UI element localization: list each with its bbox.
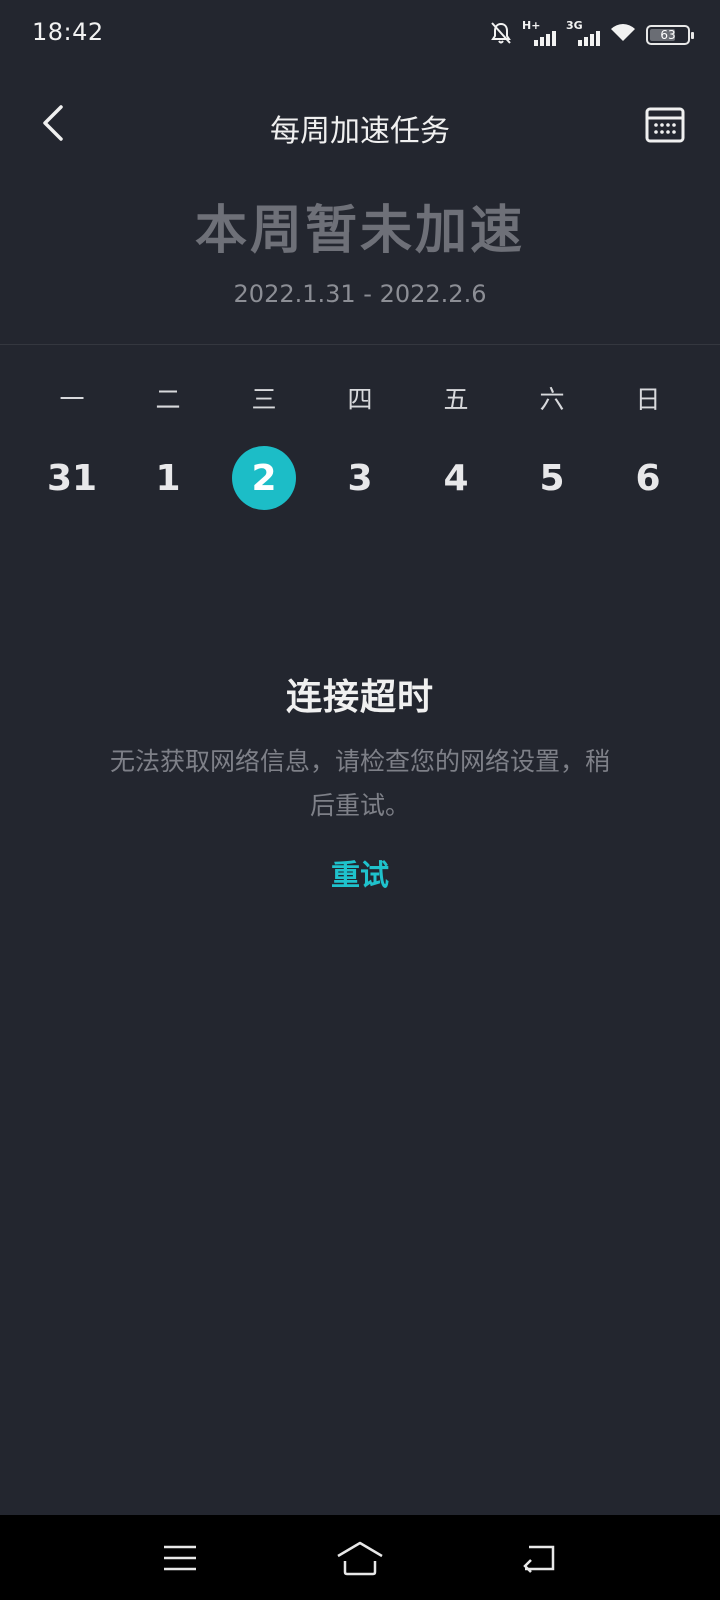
week-date-range: 2022.1.31 - 2022.2.6 [233, 280, 487, 308]
battery-icon: 63 [646, 25, 694, 45]
date-item[interactable]: 6 [616, 446, 680, 510]
retry-button[interactable]: 重试 [300, 852, 420, 894]
date-item-selected[interactable]: 2 [232, 446, 296, 510]
back-icon [523, 1545, 555, 1573]
bell-off-icon [490, 21, 512, 49]
weekday-label: 五 [443, 385, 469, 414]
wifi-icon [610, 23, 636, 47]
date-item[interactable]: 31 [40, 446, 104, 510]
navigation-bar [0, 1515, 720, 1600]
week-status-title: 本周暂未加速 [194, 201, 525, 261]
error-title: 连接超时 [285, 677, 434, 718]
weekday-label: 三 [251, 385, 277, 414]
weekday-label: 日 [635, 385, 661, 414]
battery-level: 63 [660, 28, 676, 42]
date-item[interactable]: 1 [136, 446, 200, 510]
signal-icon: H+ [522, 19, 556, 48]
back-nav-button[interactable] [510, 1533, 570, 1583]
screen: 18:42 H+ 3G 63 每周加速任务 本周暂未加速 2022.1.31 -… [0, 0, 720, 1600]
header: 每周加速任务 [0, 80, 720, 170]
menu-icon [164, 1545, 196, 1571]
home-button[interactable] [330, 1533, 390, 1583]
calendar-icon [645, 107, 685, 143]
date-item[interactable]: 5 [520, 446, 584, 510]
weekday-label: 二 [155, 385, 181, 414]
weekday-label: 一 [59, 385, 85, 414]
status-time: 18:42 [32, 18, 104, 46]
signal-icon: 3G [566, 19, 600, 48]
date-item[interactable]: 3 [328, 446, 392, 510]
weekday-row: 一 二 三 四 五 六 日 [24, 380, 696, 416]
calendar-button[interactable] [640, 100, 690, 150]
date-item[interactable]: 4 [424, 446, 488, 510]
weekday-label: 四 [347, 385, 373, 414]
date-row: 31 1 2 3 4 5 6 [24, 446, 696, 510]
status-bar: 18:42 H+ 3G 63 [0, 0, 720, 70]
error-message: 无法获取网络信息，请检查您的网络设置，稍后重试。 [110, 747, 611, 820]
status-icons: H+ 3G 63 [490, 19, 694, 50]
divider [0, 344, 720, 345]
weekday-label: 六 [539, 385, 565, 414]
menu-button[interactable] [150, 1533, 210, 1583]
home-icon [337, 1541, 383, 1576]
page-title: 每周加速任务 [270, 114, 450, 149]
